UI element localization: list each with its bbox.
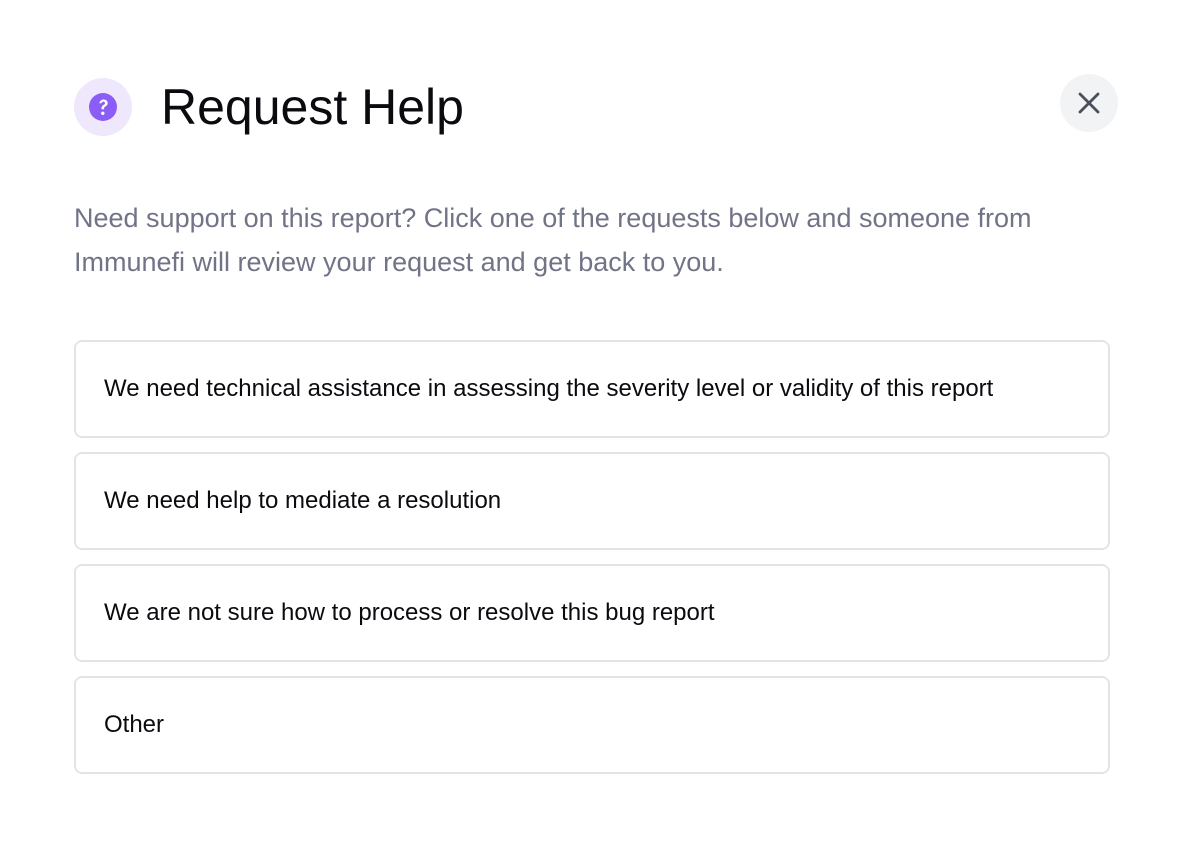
- request-help-dialog: Request Help Need support on this report…: [0, 0, 1188, 846]
- dialog-header: Request Help: [74, 76, 464, 138]
- request-option-process-report[interactable]: We are not sure how to process or resolv…: [74, 564, 1110, 662]
- close-button[interactable]: [1060, 74, 1118, 132]
- request-option-technical-assistance[interactable]: We need technical assistance in assessin…: [74, 340, 1110, 438]
- request-option-other[interactable]: Other: [74, 676, 1110, 774]
- dialog-description: Need support on this report? Click one o…: [74, 203, 1032, 277]
- dialog-title: Request Help: [161, 79, 464, 135]
- question-circle-icon: [74, 78, 132, 136]
- request-option-label: We are not sure how to process or resolv…: [104, 599, 715, 626]
- request-option-label: We need technical assistance in assessin…: [104, 375, 994, 402]
- request-options-list: We need technical assistance in assessin…: [74, 340, 1110, 774]
- request-option-label: Other: [104, 711, 165, 738]
- close-icon: [1078, 92, 1100, 114]
- request-option-mediate-resolution[interactable]: We need help to mediate a resolution: [74, 452, 1110, 550]
- request-option-label: We need help to mediate a resolution: [104, 487, 502, 514]
